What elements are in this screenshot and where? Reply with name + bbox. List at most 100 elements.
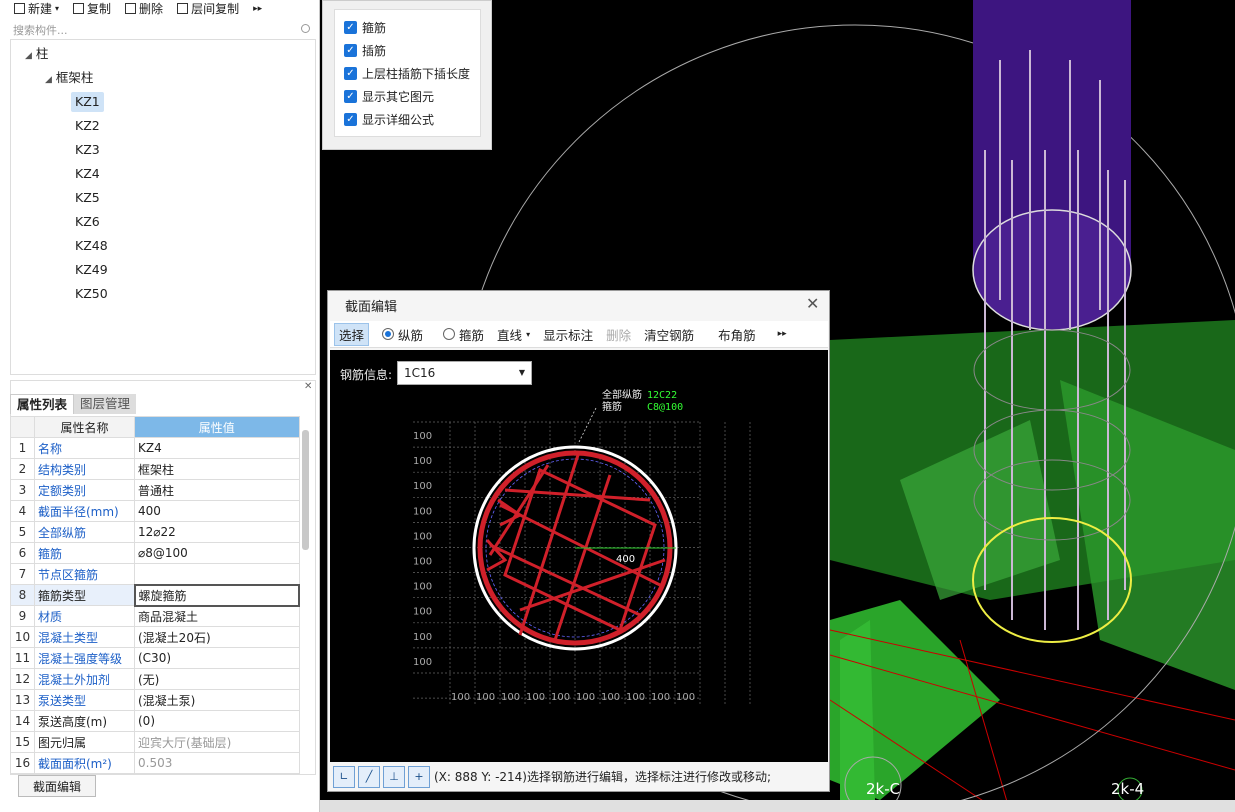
property-name: 定额类别 bbox=[34, 479, 135, 501]
row-index: 12 bbox=[10, 668, 35, 690]
property-row[interactable]: 4 截面半径(mm) 400 bbox=[10, 500, 300, 522]
property-row[interactable]: 7 节点区箍筋 bbox=[10, 563, 300, 585]
floor-copy-label: 层间复制 bbox=[191, 2, 240, 16]
checkbox-checked-icon: ✓ bbox=[344, 90, 357, 103]
ortho-snap-icon[interactable]: ∟ bbox=[333, 765, 355, 788]
perpendicular-icon[interactable]: ⊥ bbox=[383, 765, 405, 788]
tree-group-label: 框架柱 bbox=[55, 70, 94, 85]
tree-item-kz50[interactable]: KZ50 bbox=[75, 284, 108, 304]
property-row[interactable]: 8 箍筋类型 螺旋箍筋 bbox=[10, 583, 300, 607]
tree-group[interactable]: ◢ 框架柱 bbox=[45, 68, 93, 88]
tree-item-kz1[interactable]: KZ1 bbox=[71, 92, 104, 112]
property-value[interactable]: 0.503 bbox=[134, 752, 300, 774]
property-value[interactable] bbox=[134, 563, 300, 585]
section-edit-button[interactable]: 截面编辑 bbox=[18, 775, 96, 797]
show-label-button[interactable]: 显示标注 bbox=[543, 325, 593, 344]
corner-rebar-button[interactable]: 布角筋 bbox=[718, 325, 756, 344]
more-icon[interactable]: ▸▸ bbox=[778, 329, 787, 339]
property-value[interactable]: KZ4 bbox=[134, 437, 300, 459]
stirrup-radio[interactable]: 箍筋 bbox=[443, 325, 484, 344]
longitudinal-label: 纵筋 bbox=[398, 327, 424, 343]
property-row[interactable]: 16 截面面积(m²) 0.503 bbox=[10, 752, 300, 774]
rebar-info-value: 1C16 bbox=[404, 366, 436, 380]
more-icon[interactable]: ▸▸ bbox=[253, 4, 262, 14]
tree-item-kz4[interactable]: KZ4 bbox=[75, 164, 100, 184]
clear-rebar-button[interactable]: 清空钢筋 bbox=[644, 325, 694, 344]
property-value[interactable]: 普通柱 bbox=[134, 479, 300, 501]
property-value[interactable]: 迎宾大厅(基础层) bbox=[134, 731, 300, 753]
search-input[interactable]: 搜索构件... bbox=[10, 21, 316, 40]
tree-item-kz2[interactable]: KZ2 bbox=[75, 116, 100, 136]
property-row[interactable]: 14 泵送高度(m) (0) bbox=[10, 710, 300, 732]
rebar-info-label: 钢筋信息: bbox=[340, 368, 393, 382]
property-value[interactable]: 12⌀22 bbox=[134, 521, 300, 543]
option-upper-dowel-length[interactable]: ✓ 上层柱插筋下插长度 bbox=[344, 65, 470, 82]
grid-label-y: 100 bbox=[413, 431, 432, 442]
property-value[interactable]: 螺旋箍筋 bbox=[133, 583, 300, 607]
tree-root[interactable]: ◢ 柱 bbox=[25, 44, 48, 64]
property-value[interactable]: (混凝土泵) bbox=[134, 689, 300, 711]
section-drawing[interactable]: 100 100 100 100 100 100 100 100 100 100 100 100 100 1… bbox=[330, 385, 828, 715]
add-point-icon[interactable]: + bbox=[408, 765, 430, 788]
grid-label-x: 100 bbox=[501, 692, 520, 703]
line-tool-button[interactable]: 直线 ▾ bbox=[497, 325, 530, 344]
property-scrollbar[interactable] bbox=[302, 430, 309, 550]
tree-item-kz3[interactable]: KZ3 bbox=[75, 140, 100, 160]
property-row[interactable]: 6 箍筋 ⌀8@100 bbox=[10, 542, 300, 564]
property-row[interactable]: 13 泵送类型 (混凝土泵) bbox=[10, 689, 300, 711]
rebar-info-select[interactable]: 1C16 ▼ bbox=[397, 361, 532, 385]
option-dowel[interactable]: ✓ 插筋 bbox=[344, 42, 386, 59]
panel-close-icon[interactable]: ✕ bbox=[304, 381, 312, 392]
tab-property-list[interactable]: 属性列表 bbox=[10, 394, 75, 414]
property-value[interactable]: ⌀8@100 bbox=[134, 542, 300, 564]
tree-item-kz48[interactable]: KZ48 bbox=[75, 236, 108, 256]
property-value[interactable]: (C30) bbox=[134, 647, 300, 669]
grid-label-x: 100 bbox=[576, 692, 595, 703]
row-index: 16 bbox=[10, 752, 35, 774]
property-name: 泵送类型 bbox=[34, 689, 135, 711]
property-row[interactable]: 10 混凝土类型 (混凝土20石) bbox=[10, 626, 300, 648]
property-row[interactable]: 15 图元归属 迎宾大厅(基础层) bbox=[10, 731, 300, 753]
status-text: (X: 888 Y: -214)选择钢筋进行编辑，选择标注进行修改或移动; bbox=[434, 770, 772, 784]
longitudinal-radio[interactable]: 纵筋 bbox=[382, 325, 423, 344]
property-row[interactable]: 9 材质 商品混凝土 bbox=[10, 605, 300, 627]
property-value[interactable]: (0) bbox=[134, 710, 300, 732]
property-value[interactable]: 商品混凝土 bbox=[134, 605, 300, 627]
row-index: 13 bbox=[10, 689, 35, 711]
option-show-formula[interactable]: ✓ 显示详细公式 bbox=[344, 111, 434, 128]
row-index: 8 bbox=[10, 584, 35, 606]
property-row[interactable]: 12 混凝土外加剂 (无) bbox=[10, 668, 300, 690]
property-value[interactable]: (混凝土20石) bbox=[134, 626, 300, 648]
row-index: 9 bbox=[10, 605, 35, 627]
tree-item-kz49[interactable]: KZ49 bbox=[75, 260, 108, 280]
property-value[interactable]: 400 bbox=[134, 500, 300, 522]
row-index: 6 bbox=[10, 542, 35, 564]
tree-item-kz5[interactable]: KZ5 bbox=[75, 188, 100, 208]
annot-all-label: 全部纵筋 bbox=[602, 388, 642, 401]
floor-copy-button[interactable]: 层间复制 bbox=[177, 0, 239, 17]
select-tool-button[interactable]: 选择 bbox=[334, 322, 370, 346]
property-row[interactable]: 3 定额类别 普通柱 bbox=[10, 479, 300, 501]
property-row[interactable]: 2 结构类别 框架柱 bbox=[10, 458, 300, 480]
property-value[interactable]: 框架柱 bbox=[134, 458, 300, 480]
copy-button[interactable]: 复制 bbox=[73, 0, 111, 17]
property-row[interactable]: 5 全部纵筋 12⌀22 bbox=[10, 521, 300, 543]
property-tabs: 属性列表 图层管理 bbox=[10, 394, 137, 414]
grid-label-y: 100 bbox=[413, 632, 432, 643]
delete-button[interactable]: 删除 bbox=[125, 0, 163, 17]
tree-item-kz6[interactable]: KZ6 bbox=[75, 212, 100, 232]
dialog-title: 截面编辑 bbox=[345, 300, 398, 315]
tab-layer-management[interactable]: 图层管理 bbox=[74, 394, 137, 414]
delete-tool-button[interactable]: 删除 bbox=[606, 325, 631, 344]
property-row[interactable]: 11 混凝土强度等级 (C30) bbox=[10, 647, 300, 669]
option-stirrup[interactable]: ✓ 箍筋 bbox=[344, 19, 386, 36]
property-row[interactable]: 1 名称 KZ4 bbox=[10, 437, 300, 459]
option-show-others[interactable]: ✓ 显示其它图元 bbox=[344, 88, 434, 105]
new-button[interactable]: 新建 ▾ bbox=[14, 0, 59, 17]
line-snap-icon[interactable]: ╱ bbox=[358, 765, 380, 788]
property-name: 截面半径(mm) bbox=[34, 500, 135, 522]
close-icon[interactable]: ✕ bbox=[806, 294, 819, 313]
row-index: 14 bbox=[10, 710, 35, 732]
property-value[interactable]: (无) bbox=[134, 668, 300, 690]
header-index bbox=[10, 416, 35, 438]
